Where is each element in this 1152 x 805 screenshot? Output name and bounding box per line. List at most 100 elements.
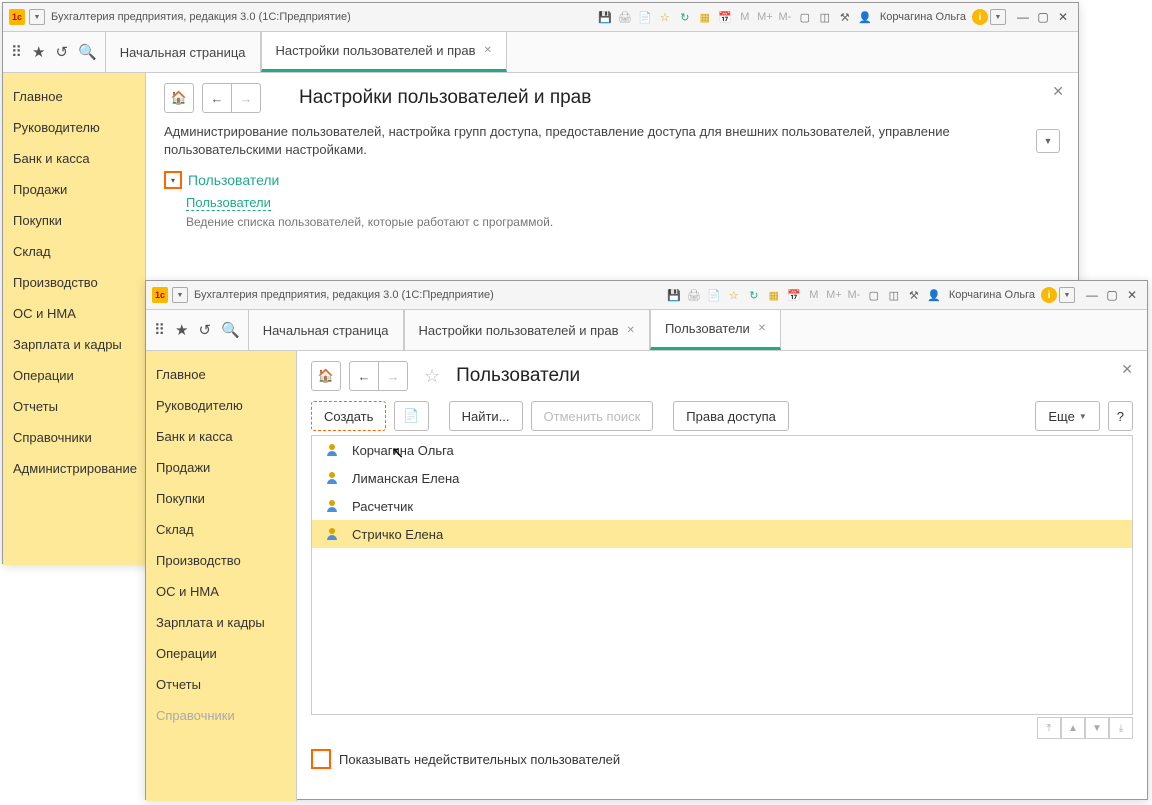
sidebar-item[interactable]: Продажи [146, 452, 296, 483]
print-icon[interactable]: 🖨 [685, 286, 703, 304]
tool-icon[interactable]: ⚒ [905, 286, 923, 304]
sidebar-item[interactable]: Склад [146, 514, 296, 545]
page-bottom-button[interactable]: ⤓ [1109, 717, 1133, 739]
calendar-icon[interactable]: 📅 [785, 286, 803, 304]
back-button[interactable]: ← [349, 361, 379, 391]
calc-icon[interactable]: ▦ [765, 286, 783, 304]
save-icon[interactable]: 💾 [665, 286, 683, 304]
users-link[interactable]: Пользователи [186, 195, 271, 211]
sidebar-item[interactable]: Банк и касса [146, 421, 296, 452]
page-top-button[interactable]: ⤒ [1037, 717, 1061, 739]
sidebar-item[interactable]: ОС и НМА [3, 298, 145, 329]
m-plus-icon[interactable]: M+ [756, 8, 774, 26]
tool-icon[interactable]: ⚒ [836, 8, 854, 26]
sidebar-item[interactable]: Продажи [3, 174, 145, 205]
sidebar-item[interactable]: Зарплата и кадры [146, 607, 296, 638]
close-icon[interactable]: ✕ [627, 325, 635, 336]
close-page-button[interactable]: ✕ [1052, 83, 1064, 100]
tab-settings[interactable]: Настройки пользователей и прав✕ [261, 32, 507, 72]
panels-icon[interactable]: ◫ [885, 286, 903, 304]
sidebar-item[interactable]: Зарплата и кадры [3, 329, 145, 360]
list-item[interactable]: Корчагина Ольга [312, 436, 1132, 464]
minimize-button[interactable]: — [1083, 286, 1101, 304]
more-button[interactable]: Еще▼ [1035, 401, 1099, 431]
refresh-icon[interactable]: ↻ [745, 286, 763, 304]
list-item[interactable]: Стричко Елена [312, 520, 1132, 548]
app-menu-icon[interactable]: ▼ [172, 287, 188, 303]
page-up-button[interactable]: ▲ [1061, 717, 1085, 739]
home-button[interactable]: 🏠 [311, 361, 341, 391]
calendar-icon[interactable]: 📅 [716, 8, 734, 26]
history-icon[interactable]: ↺ [198, 321, 211, 339]
chevron-down-icon[interactable]: ▾ [164, 171, 182, 189]
panels-icon[interactable]: ◫ [816, 8, 834, 26]
list-item[interactable]: Лиманская Елена [312, 464, 1132, 492]
favorite-icon[interactable]: ★ [175, 321, 188, 339]
sidebar-item[interactable]: Администрирование [3, 453, 145, 484]
app-menu-icon[interactable]: ▼ [29, 9, 45, 25]
sidebar-item[interactable]: Справочники [3, 422, 145, 453]
copy-button[interactable]: 📄 [394, 401, 428, 431]
grid-icon[interactable]: ⠿ [154, 321, 165, 339]
search-icon[interactable]: 🔍 [221, 321, 240, 339]
create-button[interactable]: Создать [311, 401, 386, 431]
access-rights-button[interactable]: Права доступа [673, 401, 789, 431]
back-button[interactable]: ← [202, 83, 232, 113]
m-minus-icon[interactable]: M- [776, 8, 794, 26]
sidebar-item[interactable]: Главное [146, 359, 296, 390]
tab-users[interactable]: Пользователи✕ [650, 310, 781, 350]
find-button[interactable]: Найти... [449, 401, 523, 431]
close-page-button[interactable]: ✕ [1121, 361, 1133, 378]
sidebar-item[interactable]: Отчеты [3, 391, 145, 422]
sidebar-item[interactable]: Отчеты [146, 669, 296, 700]
sidebar-item[interactable]: Руководителю [3, 112, 145, 143]
window-icon[interactable]: ▢ [796, 8, 814, 26]
sidebar-item[interactable]: Руководителю [146, 390, 296, 421]
help-button[interactable]: ? [1108, 401, 1133, 431]
show-inactive-checkbox[interactable] [311, 749, 331, 769]
star-icon[interactable]: ☆ [656, 8, 674, 26]
home-button[interactable]: 🏠 [164, 83, 194, 113]
grid-icon[interactable]: ⠿ [11, 43, 22, 61]
cancel-search-button[interactable]: Отменить поиск [531, 401, 654, 431]
page-down-button[interactable]: ▼ [1085, 717, 1109, 739]
m-minus-icon[interactable]: M- [845, 286, 863, 304]
tab-start[interactable]: Начальная страница [105, 32, 261, 72]
favorite-icon[interactable]: ★ [32, 43, 45, 61]
window-icon[interactable]: ▢ [865, 286, 883, 304]
tab-start[interactable]: Начальная страница [248, 310, 404, 350]
sidebar-item[interactable]: Покупки [146, 483, 296, 514]
maximize-button[interactable]: ▢ [1034, 8, 1052, 26]
doc-icon[interactable]: 📄 [705, 286, 723, 304]
close-icon[interactable]: ✕ [758, 323, 766, 334]
sidebar-item[interactable]: Главное [3, 81, 145, 112]
calc-icon[interactable]: ▦ [696, 8, 714, 26]
search-icon[interactable]: 🔍 [78, 43, 97, 61]
sidebar-item[interactable]: Производство [146, 545, 296, 576]
close-button[interactable]: ✕ [1123, 286, 1141, 304]
m-plus-icon[interactable]: M+ [825, 286, 843, 304]
history-icon[interactable]: ↺ [55, 43, 68, 61]
forward-button[interactable]: → [379, 361, 408, 391]
sidebar-item[interactable]: Производство [3, 267, 145, 298]
minimize-button[interactable]: — [1014, 8, 1032, 26]
info-drop-icon[interactable]: ▼ [990, 9, 1006, 25]
dropdown-button[interactable]: ▼ [1036, 129, 1060, 153]
sidebar-item[interactable]: Операции [3, 360, 145, 391]
sidebar-item[interactable]: Операции [146, 638, 296, 669]
sidebar-item[interactable]: ОС и НМА [146, 576, 296, 607]
sidebar-item[interactable]: Покупки [3, 205, 145, 236]
doc-icon[interactable]: 📄 [636, 8, 654, 26]
maximize-button[interactable]: ▢ [1103, 286, 1121, 304]
print-icon[interactable]: 🖨 [616, 8, 634, 26]
close-button[interactable]: ✕ [1054, 8, 1072, 26]
m-icon[interactable]: M [805, 286, 823, 304]
save-icon[interactable]: 💾 [596, 8, 614, 26]
close-icon[interactable]: ✕ [484, 45, 492, 56]
refresh-icon[interactable]: ↻ [676, 8, 694, 26]
forward-button[interactable]: → [232, 83, 261, 113]
info-icon[interactable]: i [1041, 287, 1057, 303]
list-item[interactable]: Расчетчик [312, 492, 1132, 520]
star-icon[interactable]: ☆ [725, 286, 743, 304]
info-icon[interactable]: i [972, 9, 988, 25]
